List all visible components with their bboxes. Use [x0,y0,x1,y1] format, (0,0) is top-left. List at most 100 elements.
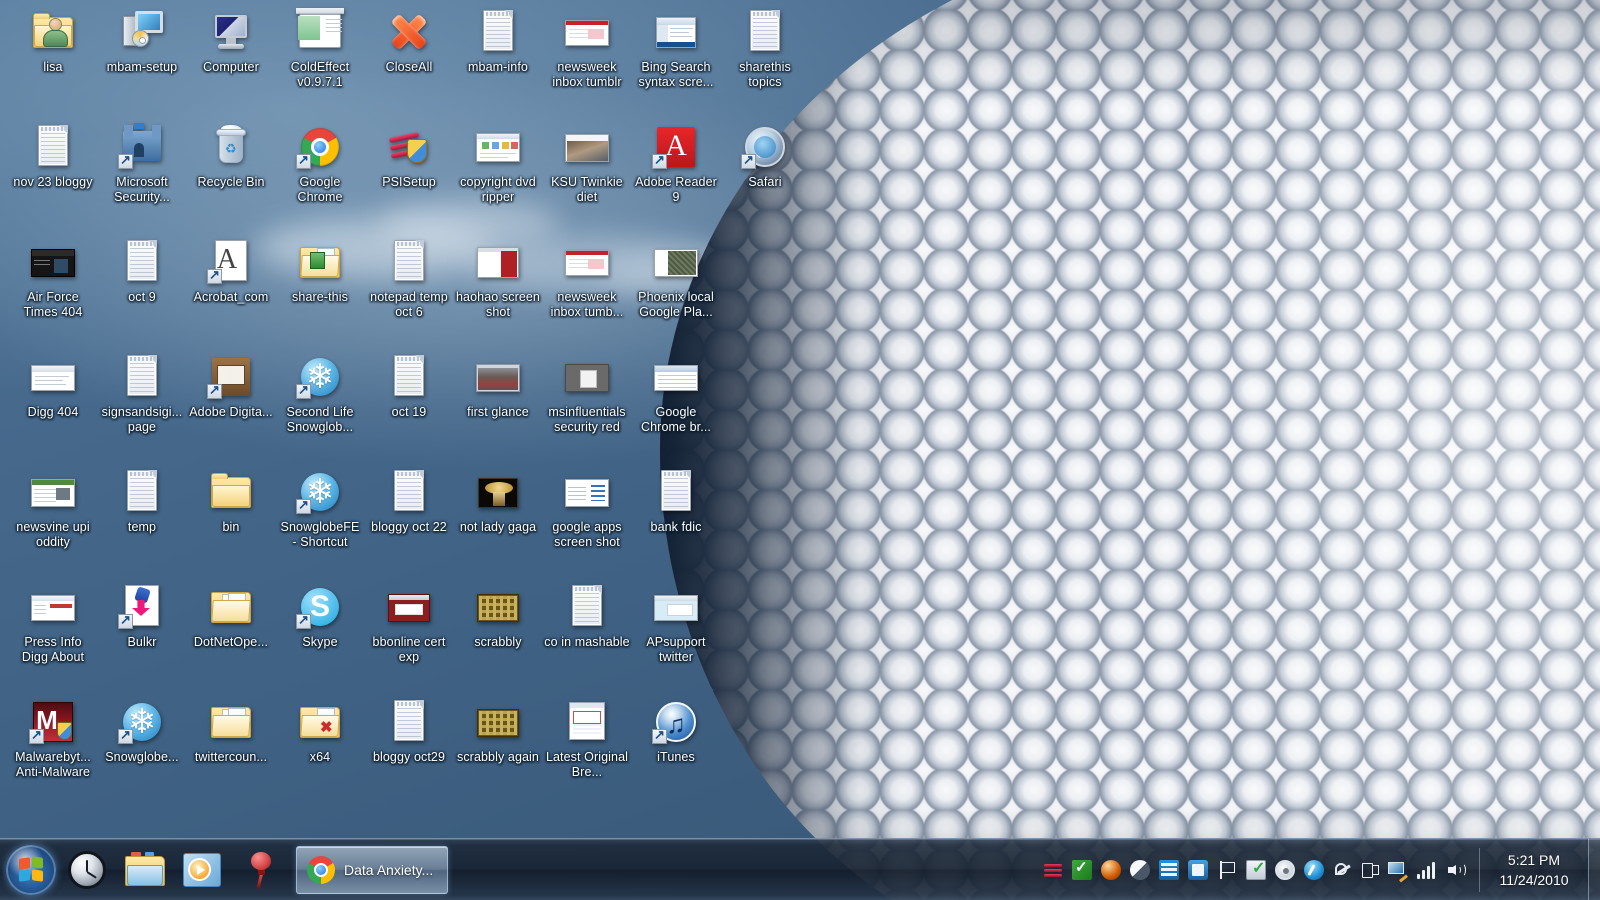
desktop-icon[interactable]: APsupport twitter [633,583,719,664]
desktop-icon[interactable]: signsandsigi... page [99,353,185,434]
desktop-icon-label: Bing Search syntax scre... [638,60,714,89]
green-check-shield-icon[interactable] [1072,858,1092,880]
desktop-icon[interactable]: co in mashable [544,583,630,650]
desktop-icon[interactable]: CloseAll [366,8,452,75]
desktop-icon[interactable]: bloggy oct29 [366,698,452,765]
screenshot-thumbnail [565,364,609,392]
desktop-icon[interactable]: msinfluentials security red [544,353,630,434]
quicklaunch-windows-explorer[interactable] [118,845,172,895]
desktop-icon[interactable]: bank fdic [633,468,719,535]
desktop-icon[interactable]: oct 9 [99,238,185,305]
desktop-icon-image [474,353,522,401]
desktop-icon[interactable]: Google Chrome br... [633,353,719,434]
desktop-icon-image [385,238,433,286]
blue-app-icon[interactable] [1188,859,1208,880]
desktop-icon[interactable]: oct 19 [366,353,452,420]
text-document-icon [394,355,424,396]
desktop-icon[interactable]: Bing Search syntax scre... [633,8,719,89]
action-center-flag-icon[interactable] [1217,860,1237,880]
desktop-icon[interactable]: mbam-info [455,8,541,75]
desktop-icon[interactable]: M Malwarebyt... Anti-Malware [10,698,96,779]
desktop-icon[interactable]: haohao screen shot [455,238,541,319]
desktop-icon[interactable]: A Acrobat_com [188,238,274,305]
shortcut-arrow-icon [741,152,756,169]
desktop-icon[interactable]: first glance [455,353,541,420]
desktop-icon[interactable]: copyright dvd ripper [455,123,541,204]
desktop-icon[interactable]: Safari [722,123,808,190]
desktop-icon-label: KSU Twinkie diet [551,175,623,204]
desktop-icon[interactable]: bbonline cert exp [366,583,452,664]
desktop-icon[interactable]: ColdEffect v0.9.7.1 [277,8,363,89]
desktop-icon[interactable]: mbam-setup [99,8,185,75]
desktop-icon[interactable]: Latest Original Bre... [544,698,630,779]
signal-bars-icon[interactable] [1416,860,1438,880]
desktop-icon-image [652,353,700,401]
desktop-icon[interactable]: DotNetOpe... [188,583,274,650]
desktop-icon[interactable]: sharethis topics [722,8,808,89]
scrabble-board-thumbnail [477,709,519,737]
desktop-icon[interactable]: Air Force Times 404 [10,238,96,319]
desktop-icon[interactable]: newsweek inbox tumb... [544,238,630,319]
screenshot-thumbnail [31,595,75,621]
show-desktop-button[interactable] [1588,838,1600,900]
battery-charging-icon[interactable] [1362,860,1379,880]
desktop-icon[interactable]: google apps screen shot [544,468,630,549]
desktop-icon[interactable]: temp [99,468,185,535]
desktop-icon[interactable]: Computer [188,8,274,75]
desktop-icon[interactable]: ❄ Second Life Snowglob... [277,353,363,434]
desktop-icon[interactable]: newsvine upi oddity [10,468,96,549]
desktop-icon[interactable]: Adobe Digita... [188,353,274,420]
blue-database-icon[interactable] [1159,859,1179,880]
desktop-icon[interactable]: bin [188,468,274,535]
desktop-icon[interactable]: Bulkr [99,583,185,650]
desktop-icon-label: Adobe Reader 9 [635,175,717,204]
taskbar-window-button-chrome[interactable]: Data Anxiety... [296,845,449,894]
desktop-icon[interactable]: Microsoft Security... [99,123,185,204]
desktop-icon-label: sharethis topics [739,60,791,89]
desktop-icon[interactable]: ♻ Recycle Bin [188,123,274,190]
desktop-icon-label: iTunes [657,750,695,764]
desktop-icon[interactable]: KSU Twinkie diet [544,123,630,204]
shortcut-arrow-icon [29,727,44,744]
desktop-icon-label: nov 23 bloggy [13,175,93,189]
desktop-icon[interactable]: notepad temp oct 6 [366,238,452,319]
quicklaunch-clock-gadget[interactable] [60,845,114,895]
desktop-icon[interactable]: ♫ iTunes [633,698,719,765]
moon-sync-icon[interactable] [1130,859,1150,880]
desktop-icon-label: share-this [292,290,348,304]
taskbar-clock[interactable]: 5:21 PM 11/24/2010 [1480,839,1588,900]
desktop-icon[interactable]: Press Info Digg About [10,583,96,664]
orange-orb-icon[interactable] [1101,859,1121,880]
desktop-icon[interactable]: share-this [277,238,363,305]
desktop-icon[interactable]: A Adobe Reader 9 [633,123,719,204]
quicklaunch-pushpin-app[interactable] [234,845,288,895]
desktop-icon[interactable]: scrabbly again [455,698,541,765]
start-button[interactable] [6,844,56,895]
desktop-icon-label: signsandsigi... page [101,405,183,434]
desktop-icon[interactable]: bloggy oct 22 [366,468,452,535]
desktop-icon[interactable]: lisa [10,8,96,75]
desktop-icon-image [385,8,433,56]
desktop-icon[interactable]: Google Chrome [277,123,363,204]
desktop-icon[interactable]: ✖ x64 [277,698,363,765]
desktop-icon[interactable]: scrabbly [455,583,541,650]
desktop-icon[interactable]: twittercoun... [188,698,274,765]
desktop-icon[interactable]: Digg 404 [10,353,96,420]
desktop-icon[interactable]: Phoenix local Google Pla... [633,238,719,319]
quicktime-icon[interactable] [1304,859,1324,880]
spreadsheet-screenshot-thumbnail [654,365,698,391]
quicktime-gray-icon[interactable] [1275,859,1295,880]
volume-icon[interactable] [1447,860,1469,880]
desktop-icon[interactable]: PSISetup [366,123,452,190]
desktop-icon[interactable]: S Skype [277,583,363,650]
psi-secunia-icon[interactable] [1043,860,1063,880]
desktop-icon[interactable]: ❄ Snowglobe... [99,698,185,765]
network-computer-icon[interactable] [1387,860,1408,882]
quicklaunch-windows-media-player[interactable] [176,845,230,895]
card-check-icon[interactable] [1246,858,1266,880]
desktop-icon[interactable]: newsweek inbox tumblr [544,8,630,89]
desktop-icon[interactable]: not lady gaga [455,468,541,535]
desktop-icon[interactable]: nov 23 bloggy [10,123,96,190]
show-hidden-icons-pin[interactable] [1333,860,1353,880]
desktop-icon[interactable]: ❄ SnowglobeFE - Shortcut [277,468,363,549]
